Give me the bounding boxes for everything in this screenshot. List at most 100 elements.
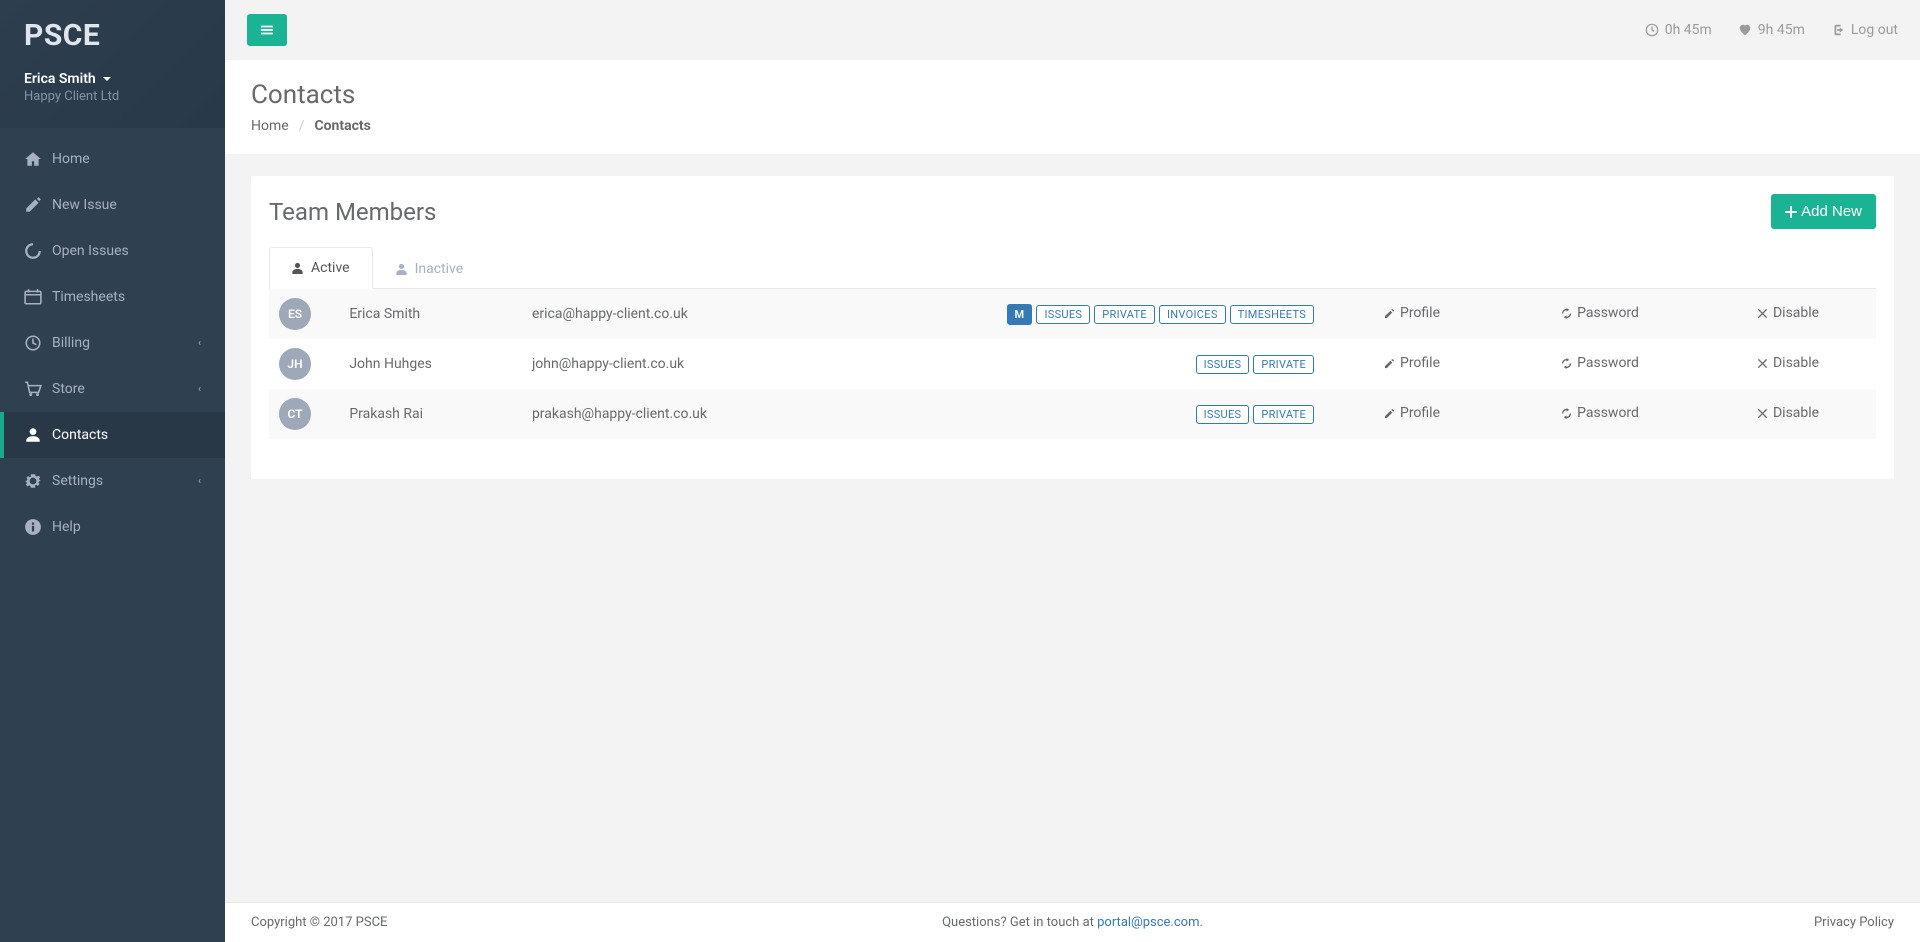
member-name: Erica Smith — [339, 289, 522, 339]
badge-m[interactable]: M — [1007, 304, 1033, 325]
member-email: prakash@happy-client.co.uk — [522, 389, 962, 439]
info-icon — [24, 518, 42, 536]
footer-contact: Questions? Get in touch at portal@psce.c… — [942, 915, 1203, 930]
profile-link[interactable]: Profile — [1384, 305, 1440, 321]
disable-link[interactable]: Disable — [1757, 305, 1819, 321]
timer-2-text: 9h 45m — [1758, 22, 1805, 38]
logout-link[interactable]: Log out — [1831, 22, 1898, 38]
user-icon — [396, 263, 407, 275]
sidebar-item-help[interactable]: Help — [0, 504, 225, 550]
sidebar-item-contacts[interactable]: Contacts — [0, 412, 225, 458]
profile-link[interactable]: Profile — [1384, 355, 1440, 371]
badge-issues[interactable]: ISSUES — [1196, 405, 1250, 424]
disable-link[interactable]: Disable — [1757, 405, 1819, 421]
badge-invoices[interactable]: INVOICES — [1159, 305, 1226, 324]
sidebar-item-open-issues[interactable]: Open Issues — [0, 228, 225, 274]
breadcrumb-home[interactable]: Home — [251, 118, 289, 134]
sidebar-item-label: Store — [52, 381, 85, 397]
password-link[interactable]: Password — [1561, 405, 1639, 421]
sidebar-item-label: Help — [52, 519, 81, 535]
sidebar: PSCE Erica Smith Happy Client Ltd HomeNe… — [0, 0, 225, 942]
sidebar-item-label: Home — [52, 151, 90, 167]
badge-issues[interactable]: ISSUES — [1196, 355, 1250, 374]
content: Team Members Add New Active Inactive ESE… — [225, 154, 1920, 902]
refresh-icon — [1561, 308, 1572, 319]
disable-link[interactable]: Disable — [1757, 355, 1819, 371]
main: 0h 45m 9h 45m Log out Contacts Home / Co… — [225, 0, 1920, 942]
refresh-icon — [1561, 358, 1572, 369]
badge-private[interactable]: PRIVATE — [1253, 405, 1314, 424]
gear-icon — [24, 472, 42, 490]
edit-icon — [24, 196, 42, 214]
avatar: CT — [279, 398, 311, 430]
badge-private[interactable]: PRIVATE — [1253, 355, 1314, 374]
panel-title: Team Members — [269, 198, 436, 226]
caret-down-icon — [103, 77, 111, 81]
privacy-link[interactable]: Privacy Policy — [1814, 915, 1894, 930]
footer-contact-prefix: Questions? Get in touch at — [942, 915, 1097, 930]
sidebar-item-timesheets[interactable]: Timesheets — [0, 274, 225, 320]
password-link[interactable]: Password — [1561, 305, 1639, 321]
user-name-text: Erica Smith — [24, 71, 96, 87]
avatar: JH — [279, 348, 311, 380]
nav-list: Home New Issue Open Issues Timesheets Billin… — [0, 136, 225, 550]
sidebar-item-label: New Issue — [52, 197, 117, 213]
footer-copyright: Copyright © 2017 PSCE — [251, 915, 387, 930]
tabs: Active Inactive — [269, 247, 1876, 289]
clock-icon — [1645, 23, 1659, 37]
chevron-left-icon: ‹ — [198, 338, 201, 349]
pencil-icon — [1384, 308, 1395, 319]
topbar: 0h 45m 9h 45m Log out — [225, 0, 1920, 60]
sidebar-item-billing[interactable]: Billing‹ — [0, 320, 225, 366]
sidebar-item-label: Open Issues — [52, 243, 129, 259]
badge-timesheets[interactable]: TIMESHEETS — [1230, 305, 1314, 324]
hamburger-button[interactable] — [247, 14, 287, 46]
sidebar-item-store[interactable]: Store ‹ — [0, 366, 225, 412]
heart-icon — [1738, 23, 1752, 37]
member-email: erica@happy-client.co.uk — [522, 289, 962, 339]
member-name: John Huhges — [339, 339, 522, 389]
badge-issues[interactable]: ISSUES — [1036, 305, 1090, 324]
breadcrumb-current: Contacts — [314, 118, 370, 134]
pencil-icon — [1384, 408, 1395, 419]
member-badges: ISSUESPRIVATE — [962, 389, 1325, 439]
sidebar-item-label: Timesheets — [52, 289, 125, 305]
breadcrumb: Home / Contacts — [251, 118, 1894, 134]
member-email: john@happy-client.co.uk — [522, 339, 962, 389]
sidebar-item-settings[interactable]: Settings‹ — [0, 458, 225, 504]
tab-active-label: Active — [311, 260, 350, 276]
timer-1-text: 0h 45m — [1665, 22, 1712, 38]
table-row: CTPrakash Raiprakash@happy-client.co.ukI… — [269, 389, 1876, 439]
x-icon — [1757, 408, 1768, 419]
add-new-label: Add New — [1801, 203, 1862, 220]
sidebar-item-label: Contacts — [52, 427, 108, 443]
calendar-icon — [24, 288, 42, 306]
badge-private[interactable]: PRIVATE — [1094, 305, 1155, 324]
member-badges: ISSUESPRIVATE — [962, 339, 1325, 389]
table-row: ES Erica Smitherica@happy-client.co.uk MIS… — [269, 289, 1876, 339]
logout-icon — [1831, 23, 1845, 37]
tab-inactive-label: Inactive — [415, 261, 464, 277]
footer-email-link[interactable]: portal@psce.com — [1097, 915, 1199, 930]
tab-inactive[interactable]: Inactive — [373, 247, 487, 289]
x-icon — [1757, 308, 1768, 319]
user-icon — [24, 426, 42, 444]
avatar: ES — [279, 298, 311, 330]
chevron-left-icon: ‹ — [198, 476, 201, 487]
pencil-icon — [1384, 358, 1395, 369]
sidebar-item-new-issue[interactable]: New Issue — [0, 182, 225, 228]
clock-icon — [24, 334, 42, 352]
tab-active[interactable]: Active — [269, 247, 373, 289]
footer: Copyright © 2017 PSCE Questions? Get in … — [225, 902, 1920, 942]
timer-1: 0h 45m — [1645, 22, 1712, 38]
password-link[interactable]: Password — [1561, 355, 1639, 371]
table-row: JHJohn Huhgesjohn@happy-client.co.ukISSU… — [269, 339, 1876, 389]
page-header: Contacts Home / Contacts — [225, 60, 1920, 154]
profile-link[interactable]: Profile — [1384, 405, 1440, 421]
sidebar-item-home[interactable]: Home — [0, 136, 225, 182]
add-new-button[interactable]: Add New — [1771, 194, 1876, 229]
chevron-left-icon: ‹ — [198, 384, 201, 395]
page-title: Contacts — [251, 80, 1894, 110]
user-menu[interactable]: Erica Smith — [24, 71, 201, 87]
footer-contact-suffix: . — [1199, 915, 1202, 930]
